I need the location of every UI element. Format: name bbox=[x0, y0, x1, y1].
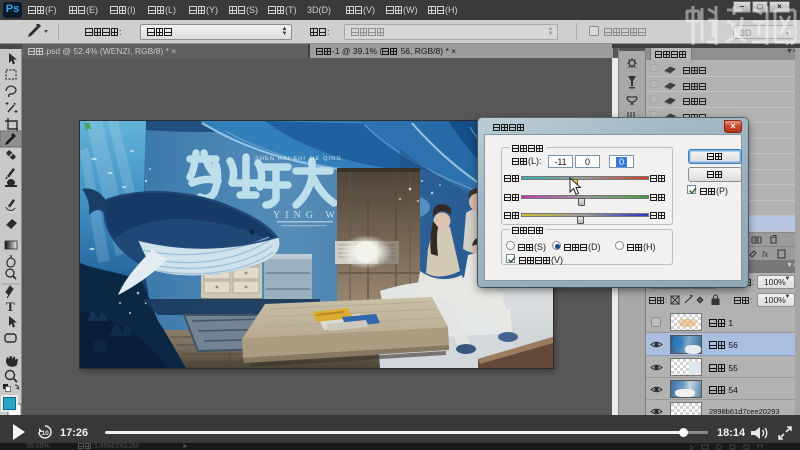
svg-text:fx: fx bbox=[762, 250, 769, 259]
svg-text:T: T bbox=[6, 299, 15, 314]
svg-text:10: 10 bbox=[42, 430, 50, 437]
